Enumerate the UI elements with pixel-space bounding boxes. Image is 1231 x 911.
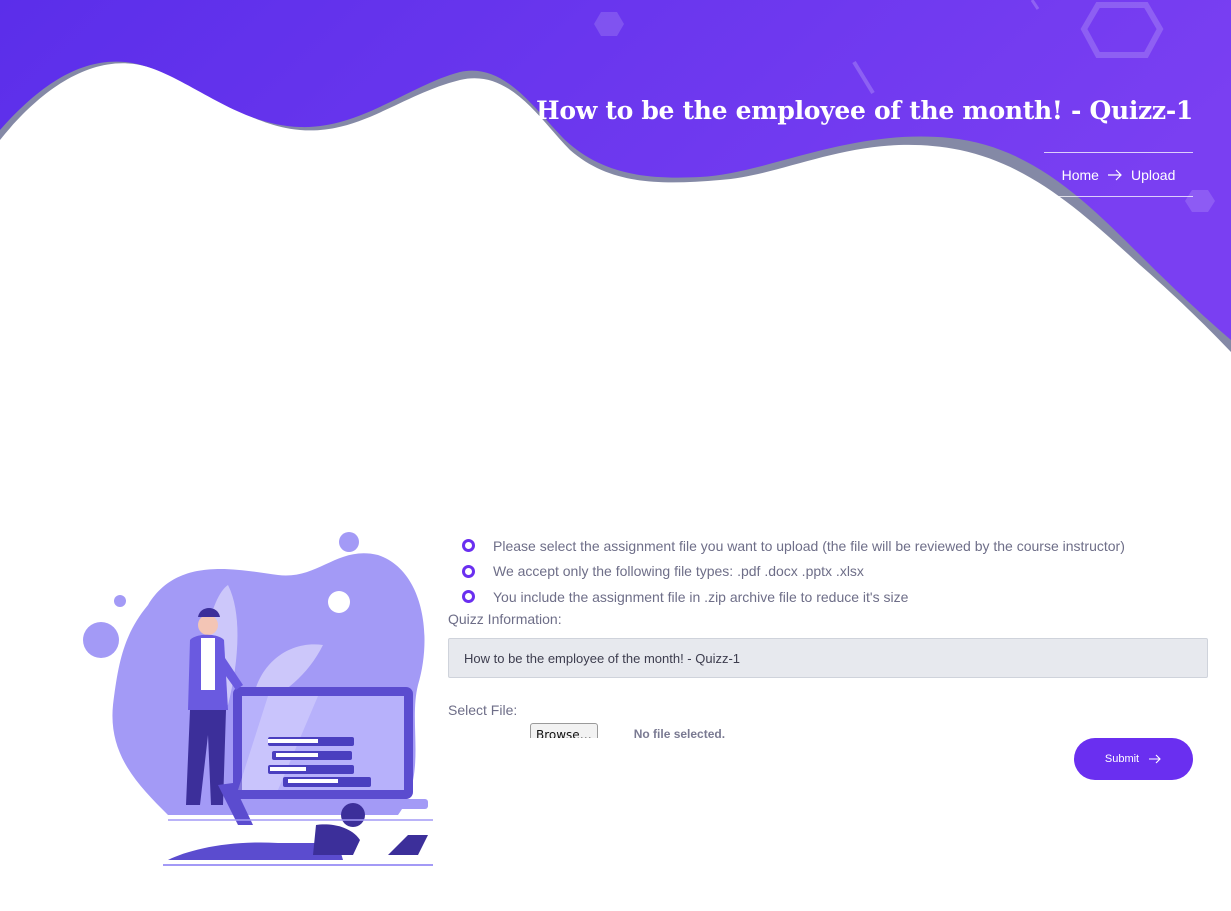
list-item: Please select the assignment file you wa…: [462, 533, 1125, 559]
breadcrumb-home-link[interactable]: Home: [1062, 167, 1099, 183]
page-title: How to be the employee of the month! - Q…: [536, 96, 1193, 125]
list-item: You include the assignment file in .zip …: [462, 584, 1125, 610]
quizz-info-label: Quizz Information:: [448, 611, 562, 627]
arrow-right-icon: [1107, 169, 1123, 181]
file-status-text: No file selected.: [633, 727, 726, 738]
upload-rules-list: Please select the assignment file you wa…: [462, 533, 1125, 610]
select-file-label: Select File:: [448, 702, 518, 718]
ring-bullet-icon: [462, 539, 475, 553]
breadcrumb: Home Upload: [1044, 152, 1193, 197]
submit-button[interactable]: Submit: [1074, 738, 1193, 780]
submit-label: Submit: [1104, 753, 1140, 765]
list-item: We accept only the following file types:…: [462, 559, 1125, 585]
upload-illustration: [83, 532, 433, 866]
quizz-info-field[interactable]: [448, 638, 1208, 678]
ring-bullet-icon: [462, 590, 475, 604]
rule-text: We accept only the following file types:…: [493, 563, 864, 580]
browse-button[interactable]: Browse…: [530, 723, 598, 738]
ring-bullet-icon: [462, 564, 475, 578]
breadcrumb-current: Upload: [1130, 166, 1176, 183]
arrow-right-icon: [1149, 754, 1162, 764]
rule-text: You include the assignment file in .zip …: [493, 588, 909, 605]
rule-text: Please select the assignment file you wa…: [493, 537, 1125, 554]
file-picker: Browse… No file selected.: [530, 723, 725, 738]
